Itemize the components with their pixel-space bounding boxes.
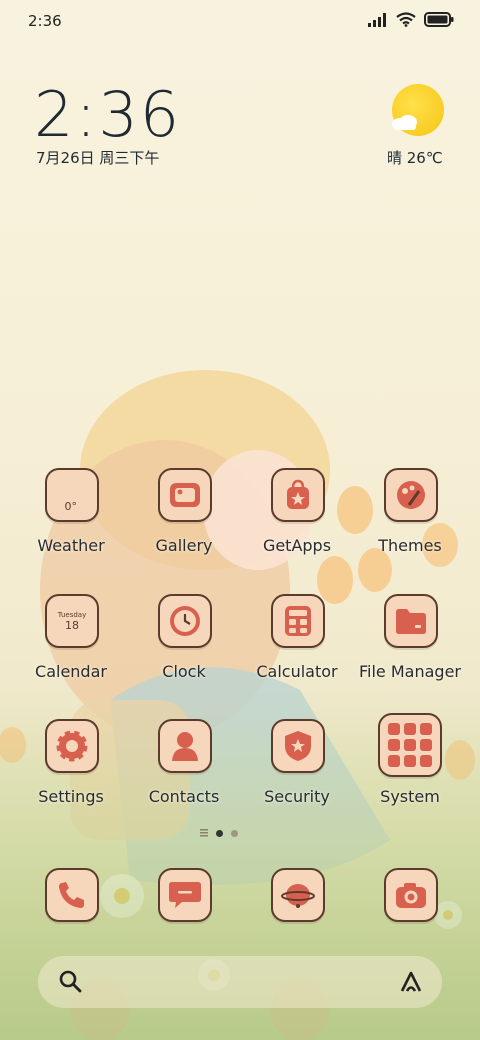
phone-icon (45, 868, 99, 922)
settings-icon (45, 719, 99, 773)
dock-camera[interactable] (355, 868, 465, 968)
browser-icon (271, 868, 325, 922)
search-icon[interactable] (58, 969, 84, 995)
app-label: Security (264, 787, 330, 806)
status-time: 2:36 (28, 12, 62, 30)
app-label: Weather (37, 536, 105, 555)
assistant-icon[interactable] (398, 969, 424, 995)
app-label: Themes (378, 536, 442, 555)
app-label: Contacts (148, 787, 220, 806)
app-security[interactable]: Security (242, 719, 352, 819)
search-bar[interactable] (38, 956, 442, 1008)
app-label: Gallery (155, 536, 213, 555)
app-calendar[interactable]: Tuesday 18 Calendar (16, 594, 126, 694)
page-dot[interactable] (231, 829, 238, 837)
calculator-icon (271, 594, 325, 648)
clock-widget-date[interactable]: 7月26日 周三下午 (36, 147, 159, 168)
calendar-icon: Tuesday 18 (45, 594, 99, 648)
status-icons (368, 12, 454, 27)
app-label: GetApps (262, 536, 332, 555)
app-settings[interactable]: Settings (16, 719, 126, 819)
app-label: Calculator (256, 662, 338, 681)
dock-phone[interactable] (16, 868, 126, 968)
system-folder-icon (378, 713, 442, 777)
status-bar: 2:36 (0, 0, 480, 40)
dock-browser[interactable] (242, 868, 352, 968)
app-contacts[interactable]: Contacts (129, 719, 239, 819)
weather-condition-temp[interactable]: 晴 26℃ (387, 147, 443, 168)
page-indicator[interactable] (200, 829, 238, 837)
app-themes[interactable]: Themes (355, 468, 465, 568)
contacts-icon (158, 719, 212, 773)
app-clock[interactable]: Clock (129, 594, 239, 694)
clock-icon (158, 594, 212, 648)
app-getapps[interactable]: GetApps (242, 468, 352, 568)
themes-icon (384, 468, 438, 522)
dock-messages[interactable] (129, 868, 239, 968)
wifi-icon (396, 12, 416, 27)
app-label: File Manager (359, 662, 461, 681)
app-weather[interactable]: 0° Weather (16, 468, 126, 568)
messages-icon (158, 868, 212, 922)
calendar-tile-weekday: Tuesday (57, 610, 87, 619)
file-manager-icon (384, 594, 438, 648)
app-file-manager[interactable]: File Manager (355, 594, 465, 694)
app-label: Calendar (35, 662, 107, 681)
battery-icon (424, 12, 454, 27)
clock-widget-time[interactable]: 2:36 (34, 78, 181, 151)
cloud-icon (392, 115, 417, 130)
app-calculator[interactable]: Calculator (242, 594, 352, 694)
app-system-folder[interactable]: System (355, 713, 465, 819)
page-dot-active[interactable] (216, 829, 223, 837)
getapps-icon (271, 468, 325, 522)
calendar-tile-day: 18 (65, 618, 79, 632)
security-icon (271, 719, 325, 773)
weather-tile-temp: 0° (64, 500, 78, 513)
app-label: Settings (38, 787, 104, 806)
menu-lines-icon (200, 829, 208, 837)
app-label: System (380, 787, 440, 806)
gallery-icon (158, 468, 212, 522)
app-label: Clock (162, 662, 206, 681)
weather-icon: 0° (45, 468, 99, 522)
signal-icon (368, 12, 386, 27)
camera-icon (384, 868, 438, 922)
app-gallery[interactable]: Gallery (129, 468, 239, 568)
